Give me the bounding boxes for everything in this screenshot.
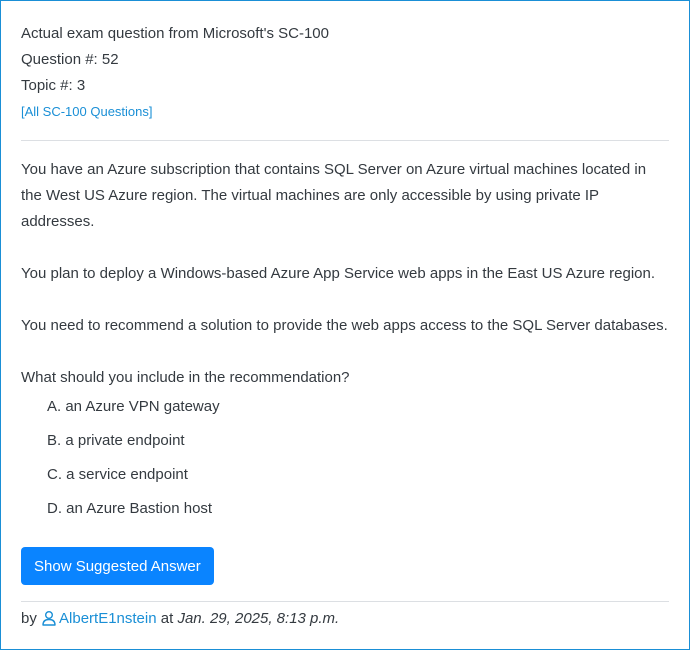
show-suggested-answer-button[interactable]: Show Suggested Answer [21,547,214,585]
choice-d[interactable]: D. an Azure Bastion host [47,496,220,530]
choice-a[interactable]: A. an Azure VPN gateway [47,394,220,428]
exam-title: Actual exam question from Microsoft's SC… [21,25,329,42]
post-date: Jan. 29, 2025, 8:13 p.m. [177,610,340,627]
question-body: You have an Azure subscription that cont… [21,157,671,391]
user-icon [41,610,57,634]
question-prompt: What should you include in the recommend… [21,369,350,386]
question-paragraph-3: You need to recommend a solution to prov… [21,317,668,334]
by-label: by [21,610,37,627]
header-divider [21,140,669,141]
question-number: Question #: 52 [21,51,119,68]
question-card: Actual exam question from Microsoft's SC… [0,0,690,650]
answer-choices: A. an Azure VPN gateway B. a private end… [47,394,220,530]
author-name: AlbertE1nstein [59,610,157,627]
question-paragraph-1: You have an Azure subscription that cont… [21,161,647,230]
topic-number: Topic #: 3 [21,77,86,94]
choice-c[interactable]: C. a service endpoint [47,462,220,496]
post-footer: by AlbertE1nstein at Jan. 29, 2025, 8:13… [21,607,339,634]
all-questions-link[interactable]: [All SC-100 Questions] [21,104,153,119]
choice-b[interactable]: B. a private endpoint [47,428,220,462]
question-paragraph-2: You plan to deploy a Windows-based Azure… [21,265,655,282]
author-link[interactable]: AlbertE1nstein [41,610,161,627]
at-label: at [160,610,174,627]
question-header: Actual exam question from Microsoft's SC… [21,21,329,125]
footer-divider [21,601,669,602]
